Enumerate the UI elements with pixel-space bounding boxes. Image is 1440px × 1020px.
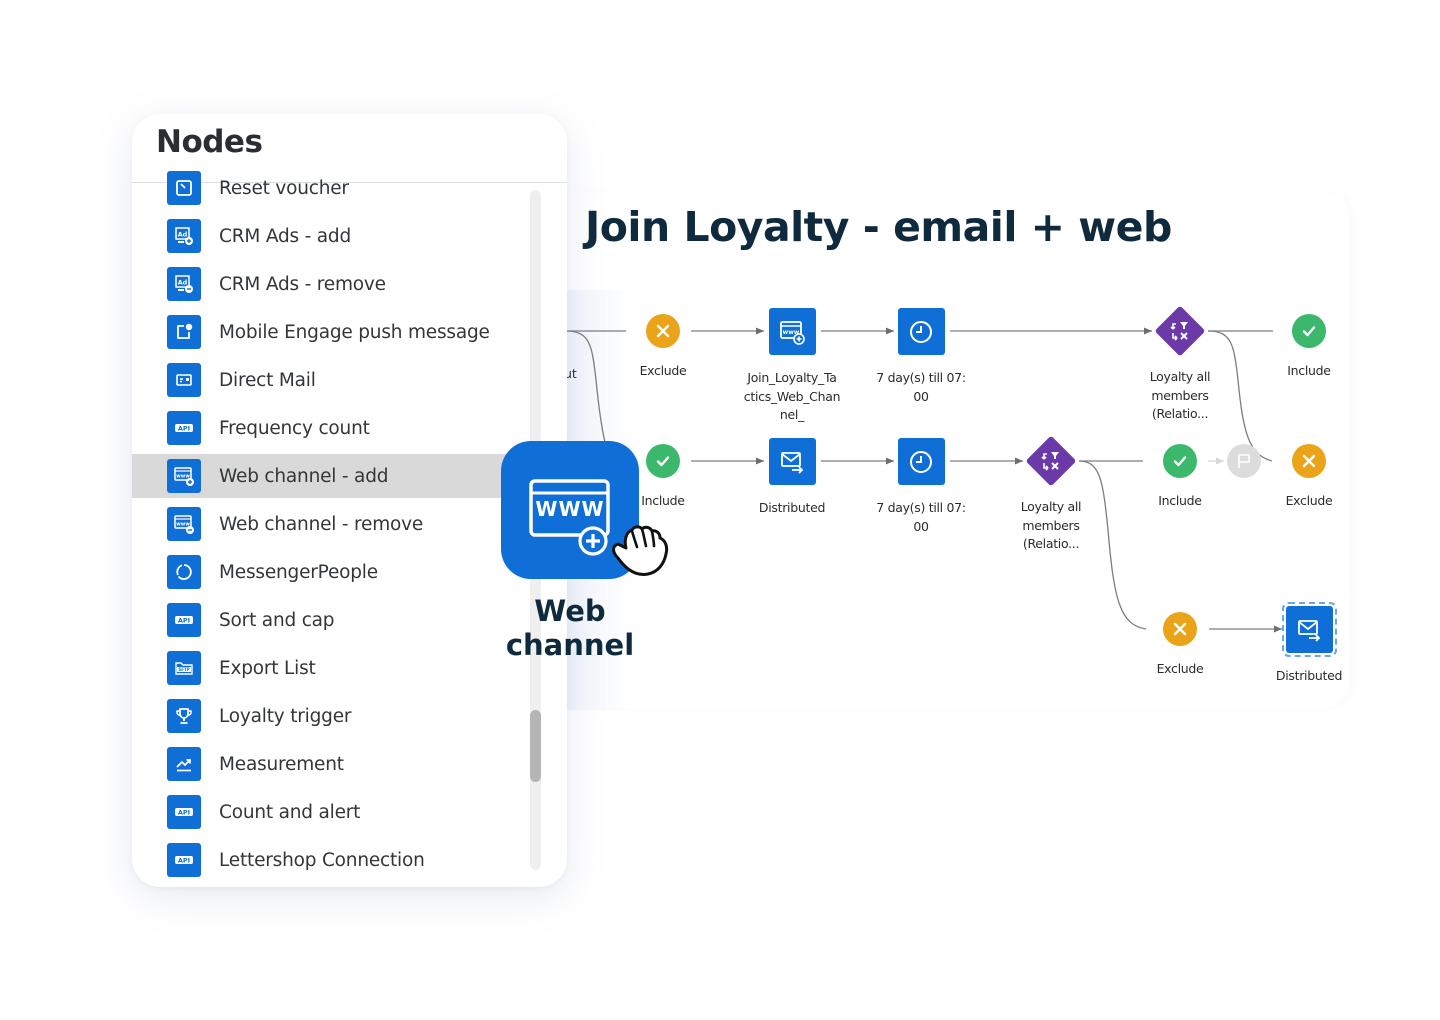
ad-remove-icon: Ad: [167, 267, 201, 301]
reset-voucher-icon: [167, 171, 201, 205]
node-wait-mid[interactable]: 7 day(s) till 07: 00: [866, 438, 976, 536]
node-item-next-partial[interactable]: [132, 886, 512, 887]
split-filter-icon: [1026, 436, 1076, 486]
exclude-icon: [1292, 444, 1326, 478]
node-item-measurement[interactable]: Measurement: [132, 742, 512, 786]
drag-preview-caption: Web channel: [505, 594, 635, 662]
node-exclude-bottom[interactable]: Exclude: [1125, 612, 1235, 679]
node-label: Distributed: [758, 500, 826, 515]
node-item-export-list[interactable]: SFTP Export List: [132, 646, 512, 690]
node-item-web-channel-remove[interactable]: www Web channel - remove: [132, 502, 512, 546]
svg-text:WWW: WWW: [535, 497, 604, 521]
node-item-web-channel-add[interactable]: www Web channel - add: [132, 454, 512, 498]
node-split-mid[interactable]: Loyalty all members (Relatio...: [996, 436, 1106, 554]
node-distributed-bottom[interactable]: Distributed: [1254, 602, 1364, 686]
api-icon: API: [167, 411, 201, 445]
node-label: 7 day(s) till 07: 00: [876, 370, 966, 404]
node-label: 7 day(s) till 07: 00: [876, 500, 966, 534]
node-include-top-right[interactable]: Include: [1254, 314, 1364, 381]
node-item-sort-and-cap[interactable]: API Sort and cap: [132, 598, 512, 642]
email-send-icon: [768, 438, 816, 485]
api-icon: API: [167, 843, 201, 877]
node-item-count-and-alert[interactable]: API Count and alert: [132, 790, 512, 834]
node-exclude-mid-right[interactable]: Exclude: [1254, 444, 1364, 511]
node-label: Include: [1158, 493, 1202, 508]
node-item-crm-ads-remove[interactable]: Ad CRM Ads - remove: [132, 262, 512, 306]
svg-text:SFTP: SFTP: [178, 667, 189, 672]
node-label: Loyalty all members (Relatio...: [1149, 369, 1211, 421]
split-filter-icon: [1155, 306, 1205, 356]
node-item-frequency-count[interactable]: API Frequency count: [132, 406, 512, 450]
node-label: Exclude: [639, 363, 687, 378]
node-join-web-channel[interactable]: www Join_Loyalty_Ta ctics_Web_Chan nel_: [737, 308, 847, 425]
node-wait-top[interactable]: 7 day(s) till 07: 00: [866, 308, 976, 406]
node-label: Exclude: [1285, 493, 1333, 508]
node-item-lettershop-connection[interactable]: API Lettershop Connection: [132, 838, 512, 882]
node-item-mobile-engage-push[interactable]: Mobile Engage push message: [132, 310, 512, 354]
node-label: Join_Loyalty_Ta ctics_Web_Chan nel_: [743, 370, 841, 422]
node-label: Loyalty all members (Relatio...: [1020, 499, 1082, 551]
clock-icon: [897, 308, 945, 355]
trophy-icon: [167, 699, 201, 733]
ad-add-icon: Ad: [167, 219, 201, 253]
check-icon: [1292, 314, 1326, 348]
push-notification-icon: [167, 315, 201, 349]
node-exclude-top[interactable]: Exclude: [608, 314, 718, 381]
node-item-crm-ads-add[interactable]: Ad CRM Ads - add: [132, 214, 512, 258]
sftp-folder-icon: SFTP: [167, 651, 201, 685]
svg-text:API: API: [178, 425, 190, 433]
direct-mail-icon: [167, 363, 201, 397]
node-item-loyalty-trigger[interactable]: Loyalty trigger: [132, 694, 512, 738]
exclude-icon: [1163, 612, 1197, 646]
grab-hand-cursor-icon: [612, 525, 669, 576]
node-split-top[interactable]: Loyalty all members (Relatio...: [1125, 306, 1235, 424]
node-distributed-mid[interactable]: Distributed: [737, 438, 847, 518]
nodes-scrollbar-thumb[interactable]: [530, 710, 541, 782]
messenger-icon: [167, 555, 201, 589]
exclude-icon: [646, 314, 680, 348]
web-add-icon: www: [768, 308, 816, 355]
node-label: Exclude: [1156, 661, 1204, 676]
node-item-reset-voucher[interactable]: Reset voucher: [132, 166, 512, 210]
svg-text:API: API: [178, 617, 190, 625]
node-item-direct-mail[interactable]: Direct Mail: [132, 358, 512, 402]
svg-text:Ad: Ad: [178, 231, 188, 239]
api-icon: API: [167, 795, 201, 829]
trend-chart-icon: [167, 747, 201, 781]
nodes-panel-title: Nodes: [156, 124, 263, 160]
node-label: Include: [1287, 363, 1331, 378]
web-remove-icon: www: [167, 507, 201, 541]
node-label: Distributed: [1275, 668, 1343, 683]
email-send-icon: [1281, 602, 1337, 657]
clock-icon: [897, 438, 945, 485]
web-add-icon: www: [167, 459, 201, 493]
node-item-messengerpeople[interactable]: MessengerPeople: [132, 550, 512, 594]
svg-text:API: API: [178, 857, 190, 865]
api-icon: API: [167, 603, 201, 637]
svg-text:API: API: [178, 809, 190, 817]
svg-text:Ad: Ad: [178, 279, 188, 287]
edge-entry-branch: [565, 330, 607, 446]
check-icon: [646, 444, 680, 478]
